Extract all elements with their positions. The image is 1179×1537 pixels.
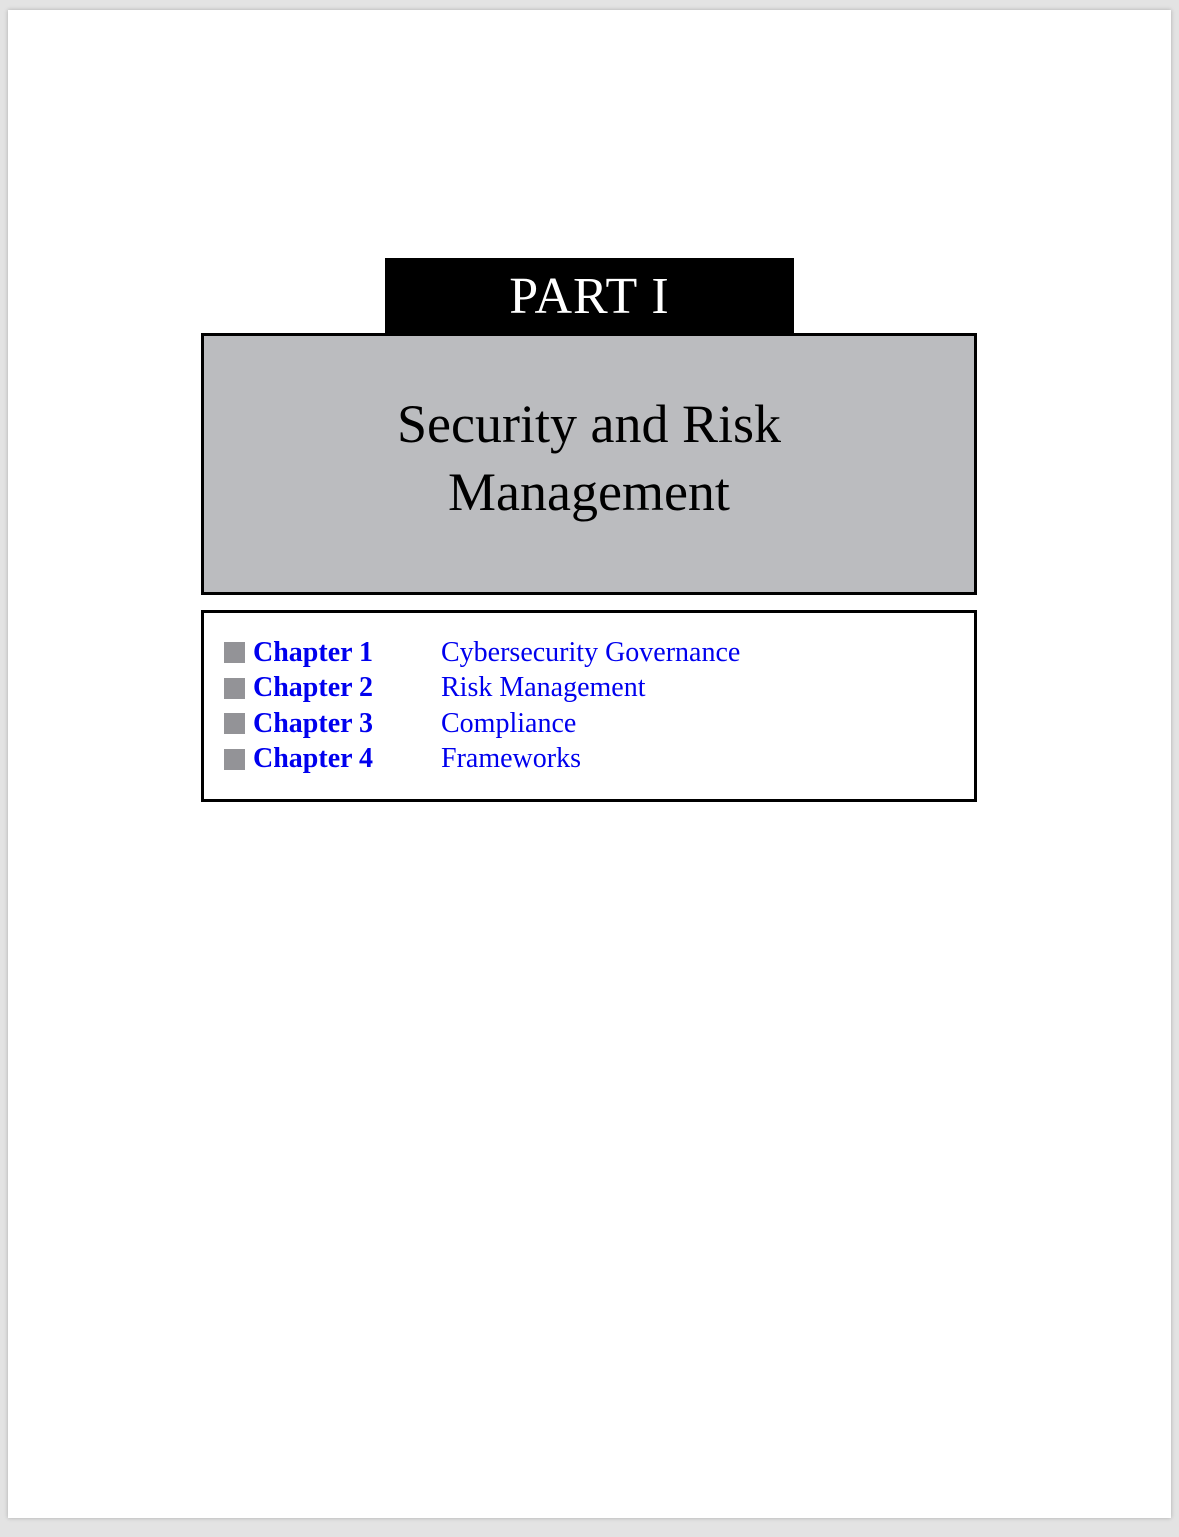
square-bullet-icon — [224, 748, 245, 770]
chapter-item: Chapter 2 Risk Management — [224, 671, 740, 707]
square-bullet-icon — [224, 642, 245, 664]
chapter-3-title-link[interactable]: Compliance — [441, 708, 576, 740]
chapter-item: Chapter 1 Cybersecurity Governance — [224, 635, 740, 671]
chapter-list-box: Chapter 1 Cybersecurity Governance Chapt… — [201, 610, 977, 802]
part-label: PART I — [385, 258, 794, 335]
chapter-4-link[interactable]: Chapter 4 — [253, 743, 441, 775]
part-title-box: Security and Risk Management — [201, 333, 977, 595]
chapter-item: Chapter 3 Compliance — [224, 706, 740, 742]
chapter-4-title-link[interactable]: Frameworks — [441, 743, 581, 775]
part-title-line-2: Management — [448, 462, 730, 522]
part-title: Security and Risk Management — [397, 390, 781, 526]
part-title-line-1: Security and Risk — [397, 394, 781, 454]
chapter-3-link[interactable]: Chapter 3 — [253, 708, 441, 740]
chapter-1-link[interactable]: Chapter 1 — [253, 637, 441, 669]
chapter-1-title-link[interactable]: Cybersecurity Governance — [441, 637, 740, 669]
square-bullet-icon — [224, 677, 245, 699]
square-bullet-icon — [224, 713, 245, 735]
chapter-2-title-link[interactable]: Risk Management — [441, 672, 646, 704]
document-page: PART I Security and Risk Management Chap… — [8, 10, 1171, 1518]
chapter-list: Chapter 1 Cybersecurity Governance Chapt… — [224, 635, 740, 777]
chapter-2-link[interactable]: Chapter 2 — [253, 672, 441, 704]
chapter-item: Chapter 4 Frameworks — [224, 742, 740, 778]
